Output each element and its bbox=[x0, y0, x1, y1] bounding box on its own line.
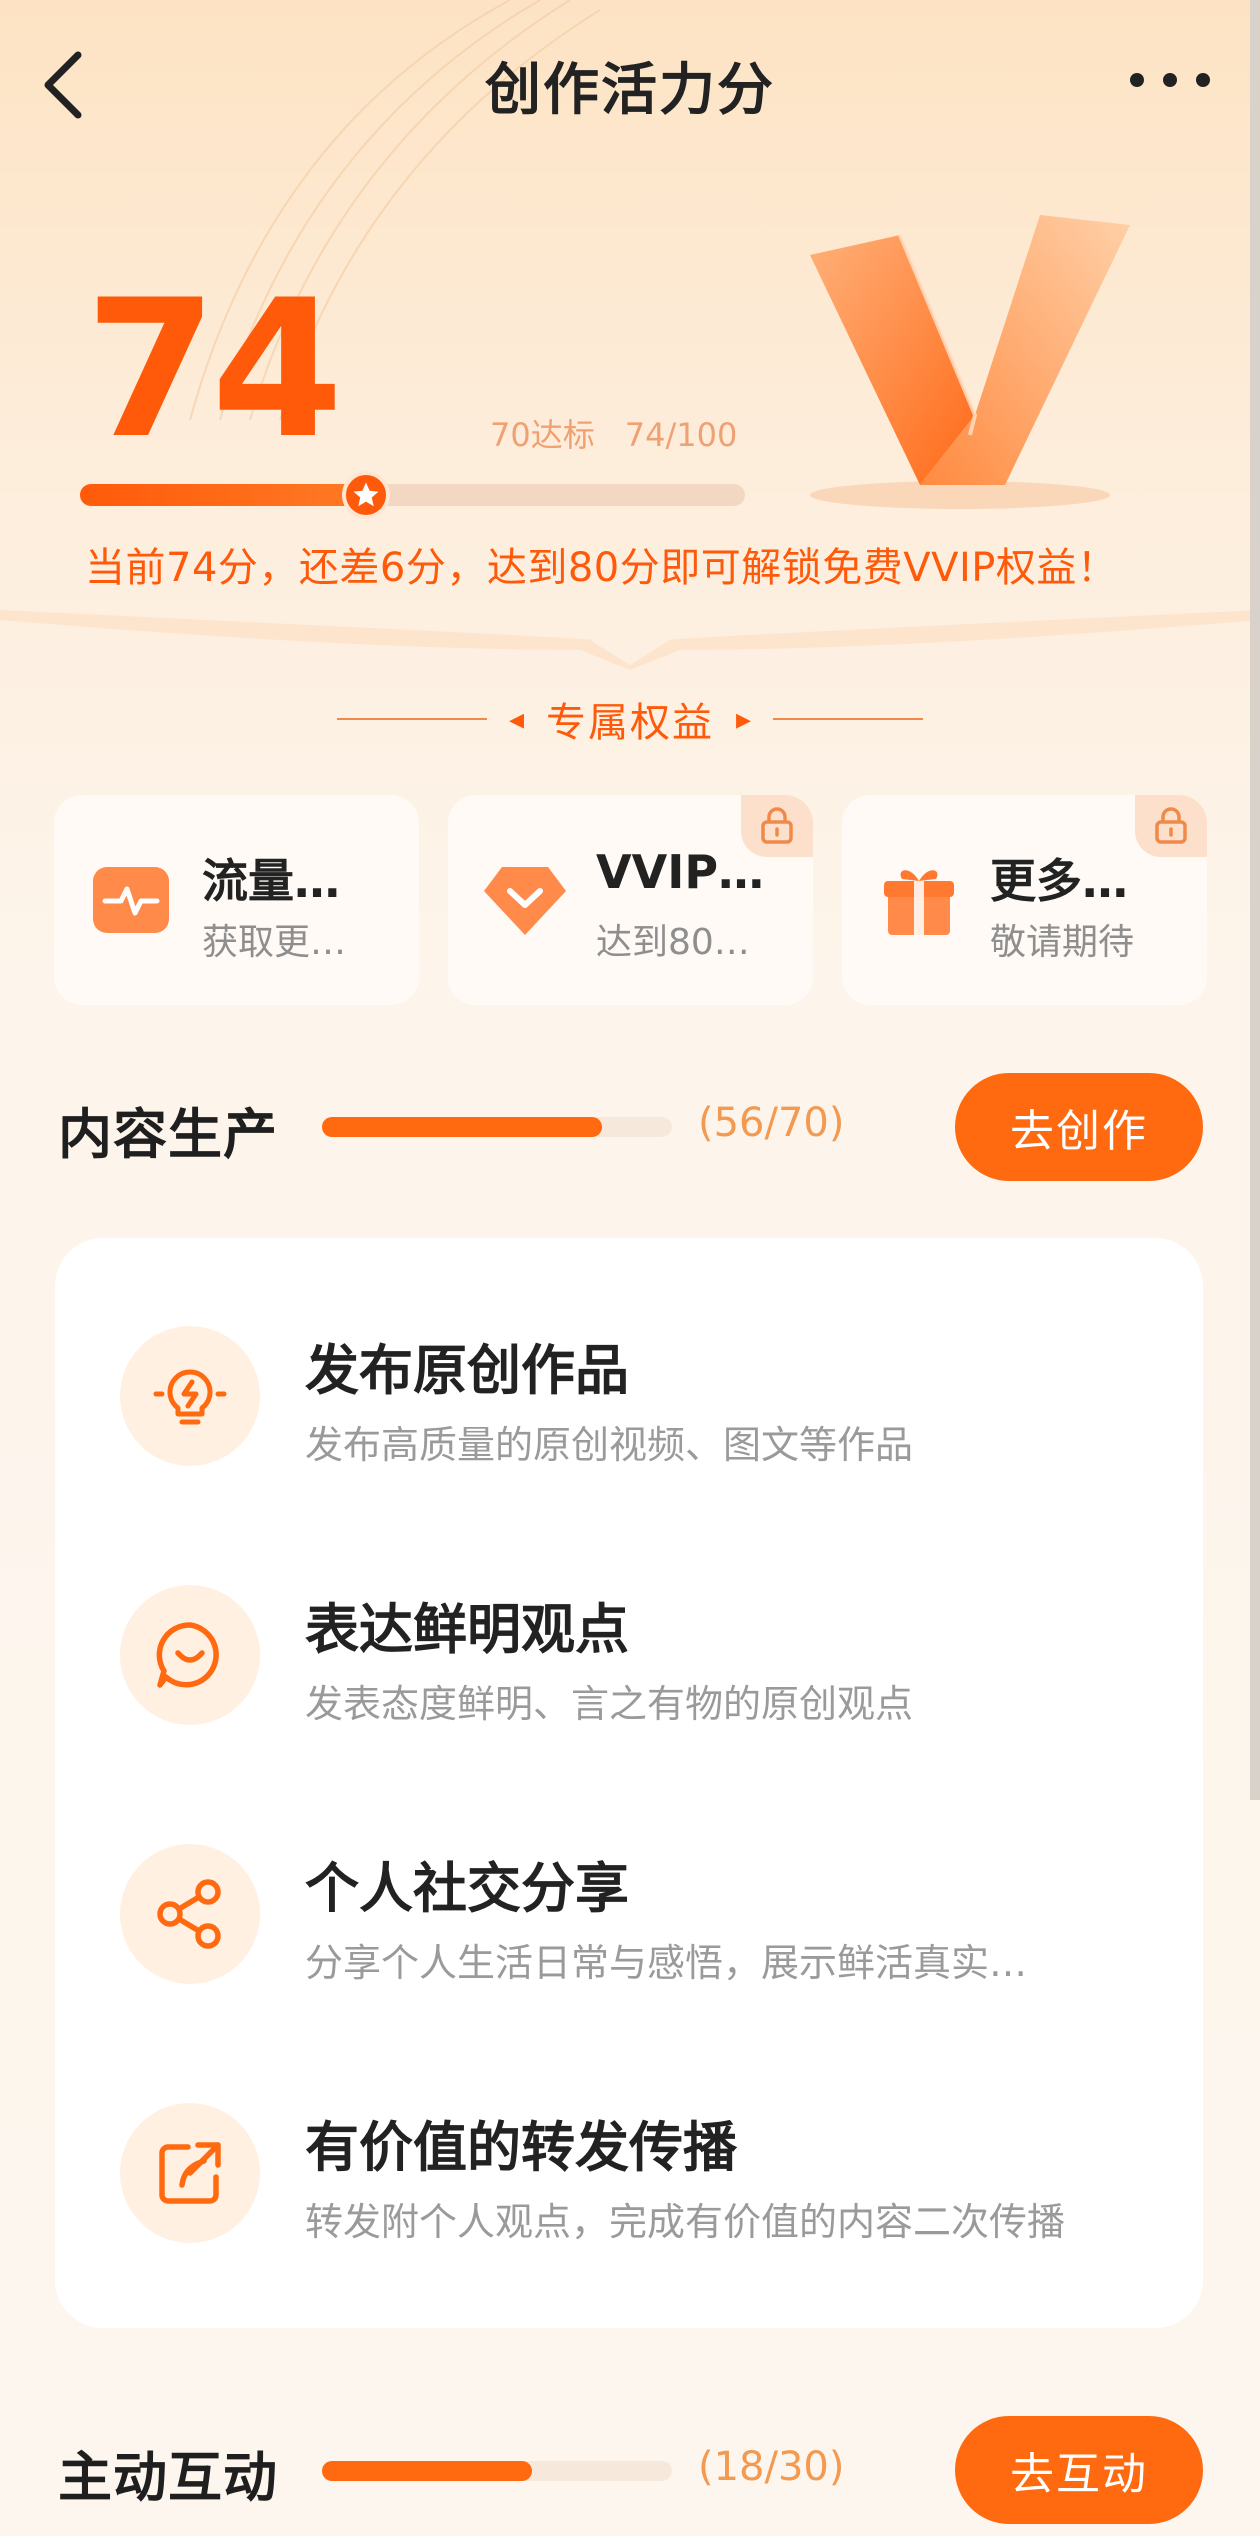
task-item-original-works[interactable]: 发布原创作品 发布高质量的原创视频、图文等作品 bbox=[120, 1326, 1170, 1476]
benefit-subtitle: 达到80… bbox=[596, 922, 750, 963]
interaction-progress-count: (18/30) bbox=[698, 2444, 845, 2490]
benefit-subtitle: 获取更… bbox=[202, 922, 347, 963]
caret-right-icon: ▸ bbox=[736, 701, 752, 737]
more-dot bbox=[1163, 73, 1177, 87]
benefits-title-text: 专属权益 bbox=[546, 700, 714, 746]
vvip-logo-icon bbox=[810, 215, 1130, 509]
benefit-card-more[interactable]: 更多… 敬请期待 bbox=[842, 795, 1207, 1005]
section-divider bbox=[0, 610, 1260, 670]
task-title: 发布原创作品 bbox=[305, 1339, 629, 1402]
lightbulb-icon bbox=[120, 1326, 260, 1466]
task-description: 发布高质量的原创视频、图文等作品 bbox=[305, 1423, 914, 1467]
task-title: 有价值的转发传播 bbox=[305, 2116, 737, 2179]
task-description: 转发附个人观点，完成有价值的内容二次传播 bbox=[305, 2200, 1066, 2244]
divider-line bbox=[336, 718, 487, 720]
traffic-pulse-icon bbox=[86, 855, 176, 945]
benefit-name: 流量… bbox=[202, 854, 340, 908]
benefit-name: 更多… bbox=[990, 854, 1128, 908]
benefits-title: ◂ 专属权益 ▸ bbox=[0, 690, 1260, 748]
task-item-social-sharing[interactable]: 个人社交分享 分享个人生活日常与感悟，展示鲜活真实… bbox=[120, 1844, 1170, 1994]
gift-icon bbox=[874, 855, 964, 945]
scrollbar[interactable] bbox=[1250, 0, 1260, 1800]
task-item-valuable-forwarding[interactable]: 有价值的转发传播 转发附个人观点，完成有价值的内容二次传播 bbox=[120, 2103, 1170, 2253]
more-dot bbox=[1196, 73, 1210, 87]
benefit-card-traffic[interactable]: 流量… 获取更… bbox=[54, 795, 419, 1005]
share-icon bbox=[120, 1844, 260, 1984]
score-value: 74 bbox=[85, 259, 343, 480]
divider-line bbox=[773, 718, 924, 720]
task-description: 分享个人生活日常与感悟，展示鲜活真实… bbox=[305, 1941, 1028, 1985]
content-task-card: 发布原创作品 发布高质量的原创视频、图文等作品 表达鲜明观点 发表态度鲜明、言之… bbox=[55, 1238, 1203, 2328]
interaction-section-label: 主动互动 bbox=[58, 2446, 278, 2509]
content-section-label: 内容生产 bbox=[58, 1103, 278, 1166]
content-progress-fill bbox=[322, 1117, 602, 1137]
page-title: 创作活力分 bbox=[485, 58, 775, 123]
task-title: 个人社交分享 bbox=[305, 1857, 629, 1920]
task-title: 表达鲜明观点 bbox=[305, 1598, 629, 1661]
task-description: 发表态度鲜明、言之有物的原创观点 bbox=[305, 1682, 914, 1726]
benefit-subtitle: 敬请期待 bbox=[990, 922, 1135, 963]
score-tip: 当前74分，还差6分，达到80分即可解锁免费VVIP权益！ bbox=[85, 545, 1118, 591]
forward-icon bbox=[120, 2103, 260, 2243]
benefit-name: VVIP… bbox=[596, 845, 765, 899]
chat-smile-icon bbox=[120, 1585, 260, 1725]
star-icon bbox=[341, 471, 390, 519]
caret-left-icon: ◂ bbox=[508, 701, 524, 737]
go-create-button[interactable]: 去创作 bbox=[955, 1073, 1203, 1181]
interaction-progress-fill bbox=[322, 2461, 532, 2481]
diamond-icon bbox=[480, 855, 570, 945]
score-meta: 70达标 74/100 bbox=[490, 410, 737, 456]
score-progress-fill bbox=[80, 484, 366, 506]
score-target-label: 70达标 bbox=[490, 416, 595, 454]
score-progress-text: 74/100 bbox=[624, 416, 738, 454]
more-dot bbox=[1130, 73, 1144, 87]
lock-icon bbox=[1135, 795, 1207, 857]
benefit-card-vvip[interactable]: VVIP… 达到80… bbox=[448, 795, 813, 1005]
content-progress-count: (56/70) bbox=[698, 1100, 845, 1146]
more-button[interactable] bbox=[1130, 60, 1210, 100]
go-interact-button[interactable]: 去互动 bbox=[955, 2416, 1203, 2524]
task-item-opinions[interactable]: 表达鲜明观点 发表态度鲜明、言之有物的原创观点 bbox=[120, 1585, 1170, 1735]
